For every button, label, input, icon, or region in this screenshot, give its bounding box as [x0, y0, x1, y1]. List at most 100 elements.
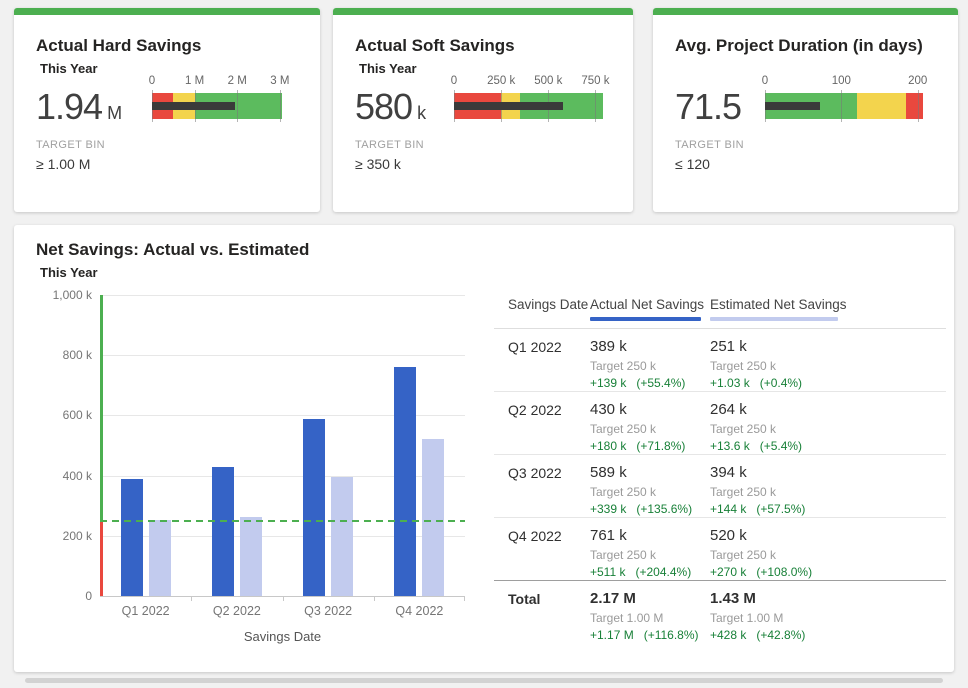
target-bin-label: TARGET BIN [675, 139, 744, 151]
bullet-axis-label: 200 [908, 75, 927, 87]
kpi-unit: k [417, 103, 426, 123]
kpi-card-actual-hard-savings[interactable]: Actual Hard Savings This Year 1.94M 01 M… [14, 8, 320, 212]
card-accent-bar [653, 8, 958, 15]
cell-variance: +144 k(+57.5%) [710, 502, 805, 516]
kpi-value: 71.5 [675, 86, 741, 128]
kpi-card-actual-soft-savings[interactable]: Actual Soft Savings This Year 580k 0 250 … [333, 8, 633, 212]
row-date: Q2 2022 [508, 402, 562, 418]
bar-estimated-q1-2022[interactable] [149, 520, 171, 596]
savings-table: Savings Date Actual Net Savings Estimate… [494, 295, 946, 647]
bar-actual-q3-2022[interactable] [303, 419, 325, 596]
bar-actual-q1-2022[interactable] [121, 479, 143, 596]
bar-estimated-q4-2022[interactable] [422, 439, 444, 596]
table-row[interactable]: Q4 2022761 kTarget 250 k+511 k(+204.4%)5… [494, 518, 946, 581]
horizontal-scrollbar[interactable] [25, 678, 943, 683]
x-axis-tick [464, 596, 465, 601]
card-accent-bar [14, 8, 320, 15]
x-axis-label: Q2 2022 [192, 604, 282, 618]
y-axis-label: 600 k [22, 408, 92, 422]
kpi-value: 580k [355, 86, 426, 128]
cell-actual: 761 kTarget 250 k+511 k(+204.4%) [590, 527, 691, 579]
cell-variance: +180 k(+71.8%) [590, 439, 685, 453]
bullet-axis-label: 1 M [185, 75, 204, 87]
legend-swatch-estimated [710, 317, 838, 321]
bullet-bar [152, 93, 282, 119]
bar-estimated-q2-2022[interactable] [240, 517, 262, 596]
y-axis-below-target [100, 521, 103, 596]
bullet-tick [841, 90, 842, 122]
table-row[interactable]: Q2 2022 430 k Target 250 k +180 k(+71.8%) 26… [494, 392, 946, 455]
cell-actual: 589 kTarget 250 k+339 k(+135.6%) [590, 464, 692, 516]
cell-variance: +13.6 k(+5.4%) [710, 439, 802, 453]
bar-actual-q4-2022[interactable] [394, 367, 416, 596]
cell-estimated: 264 k Target 250 k +13.6 k(+5.4%) [710, 401, 802, 453]
bullet-axis-label: 0 [149, 75, 155, 87]
cell-value: 520 k [710, 527, 812, 544]
row-date: Q3 2022 [508, 465, 562, 481]
bullet-measure-bar [152, 102, 235, 110]
cell-value: 430 k [590, 401, 685, 418]
target-bin-value: ≥ 1.00 M [36, 156, 90, 172]
bar-actual-q2-2022[interactable] [212, 467, 234, 596]
cell-variance: +511 k(+204.4%) [590, 565, 691, 579]
kpi-value: 1.94M [36, 86, 122, 128]
bullet-chart: 0250 k500 k750 k [454, 75, 603, 123]
row-date: Total [508, 591, 540, 607]
panel-subtitle: This Year [40, 265, 98, 280]
bullet-axis-label: 3 M [270, 75, 289, 87]
bullet-axis-label: 250 k [487, 75, 515, 87]
kpi-card-avg-project-duration[interactable]: Avg. Project Duration (in days) 71.5 0 10… [653, 8, 958, 212]
bullet-tick [595, 90, 596, 122]
bullet-axis-label: 0 [762, 75, 768, 87]
card-title: Actual Soft Savings [355, 36, 515, 56]
bullet-bar [454, 93, 603, 119]
cell-value: 389 k [590, 338, 685, 355]
table-header-row: Savings Date Actual Net Savings Estimate… [494, 295, 946, 329]
table-header-estimated-net-savings: Estimated Net Savings [710, 297, 847, 312]
card-subtitle: This Year [359, 61, 417, 76]
card-title: Avg. Project Duration (in days) [675, 36, 923, 56]
cell-value: 1.43 M [710, 590, 805, 607]
bullet-band [857, 93, 907, 119]
cell-variance: +339 k(+135.6%) [590, 502, 692, 516]
bullet-axis-label: 100 [832, 75, 851, 87]
cell-estimated: 251 kTarget 250 k+1.03 k(+0.4%) [710, 338, 802, 390]
table-row[interactable]: Total 2.17 MTarget 1.00 M+1.17 M(+116.8%)… [494, 581, 946, 647]
y-axis-label: 0 [22, 589, 92, 603]
bullet-axis-label: 0 [451, 75, 457, 87]
table-header-savings-date: Savings Date [508, 297, 588, 312]
cell-target: Target 250 k [710, 422, 802, 436]
cell-target: Target 250 k [710, 548, 812, 562]
y-axis-above-target [100, 295, 103, 521]
cell-actual: 2.17 MTarget 1.00 M+1.17 M(+116.8%) [590, 590, 699, 642]
table-row[interactable]: Q1 2022389 kTarget 250 k+139 k(+55.4%)25… [494, 329, 946, 392]
cell-value: 589 k [590, 464, 692, 481]
bullet-tick [918, 90, 919, 122]
cell-value: 251 k [710, 338, 802, 355]
cell-target: Target 250 k [590, 548, 691, 562]
gridline [100, 355, 465, 356]
cell-actual: 430 k Target 250 k +180 k(+71.8%) [590, 401, 685, 453]
cell-value: 264 k [710, 401, 802, 418]
cell-variance: +428 k(+42.8%) [710, 628, 805, 642]
cell-target: Target 250 k [710, 359, 802, 373]
bullet-measure-bar [454, 102, 563, 110]
cell-target: Target 250 k [590, 422, 685, 436]
bullet-axis: 0250 k500 k750 k [454, 75, 603, 90]
x-axis-label: Q1 2022 [101, 604, 191, 618]
bullet-band [906, 93, 923, 119]
row-date: Q4 2022 [508, 528, 562, 544]
dashboard-page: { "labels": { "target_bin": "TARGET BIN"… [0, 0, 968, 688]
target-bin-value: ≤ 120 [675, 156, 710, 172]
cell-estimated: 394 kTarget 250 k+144 k(+57.5%) [710, 464, 805, 516]
panel-title: Net Savings: Actual vs. Estimated [36, 240, 309, 260]
y-axis-label: 200 k [22, 529, 92, 543]
bar-estimated-q3-2022[interactable] [331, 477, 353, 596]
cell-actual: 389 kTarget 250 k+139 k(+55.4%) [590, 338, 685, 390]
net-savings-panel: Net Savings: Actual vs. Estimated This Y… [14, 225, 954, 672]
kpi-unit: M [107, 103, 122, 123]
cell-value: 2.17 M [590, 590, 699, 607]
table-row[interactable]: Q3 2022 589 kTarget 250 k+339 k(+135.6%) 3… [494, 455, 946, 518]
bullet-axis: 0100200 [765, 75, 923, 90]
card-title: Actual Hard Savings [36, 36, 201, 56]
